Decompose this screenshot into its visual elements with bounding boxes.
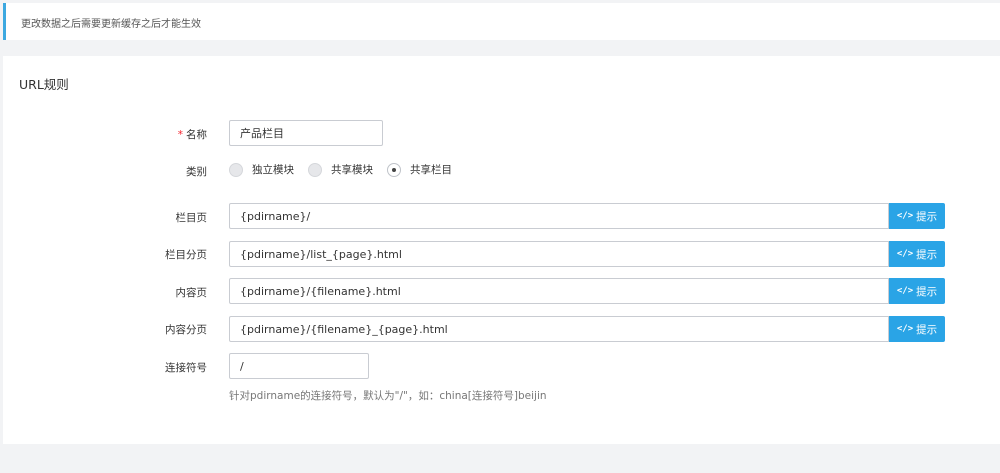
radio-button[interactable] <box>229 162 243 177</box>
connector-label: 连接符号 <box>165 362 207 374</box>
content-pagination-input[interactable]: {pdirname}/{filename}_{page}.html <box>229 316 889 342</box>
radio-shared-module[interactable]: 共享模块 <box>308 162 373 177</box>
code-icon: </> <box>896 211 914 221</box>
code-icon: </> <box>896 249 914 259</box>
radio-button[interactable] <box>308 162 322 177</box>
url-rules-card: URL规则 * 名称 产品栏目 类别 独立模块 共享模块 共享栏目 栏目页 {pd… <box>3 56 1000 444</box>
radio-button-checked[interactable] <box>387 162 401 177</box>
required-mark: * <box>177 129 183 141</box>
column-page-label: 栏目页 <box>175 212 208 224</box>
category-label: 类别 <box>186 166 207 178</box>
content-page-label: 内容页 <box>175 287 208 299</box>
column-page-input[interactable]: {pdirname}/ <box>229 203 889 229</box>
connector-input[interactable]: / <box>229 353 369 379</box>
column-page-hint-button[interactable]: </> 提示 <box>889 203 945 229</box>
card-title: URL规则 <box>19 77 69 92</box>
content-page-hint-button[interactable]: </> 提示 <box>889 278 945 304</box>
connector-help-text: 针对pdirname的连接符号，默认为"/"，如：china[连接符号]beij… <box>229 390 547 402</box>
content-page-input[interactable]: {pdirname}/{filename}.html <box>229 278 889 304</box>
notice-bar: 更改数据之后需要更新缓存之后才能生效 <box>3 3 1000 40</box>
content-pagination-label: 内容分页 <box>165 324 207 336</box>
code-icon: </> <box>896 324 914 334</box>
radio-independent-module[interactable]: 独立模块 <box>229 162 294 177</box>
content-pagination-hint-button[interactable]: </> 提示 <box>889 316 945 342</box>
category-radio-group: 独立模块 共享模块 共享栏目 <box>229 162 466 177</box>
column-pagination-label: 栏目分页 <box>165 249 207 261</box>
column-pagination-input[interactable]: {pdirname}/list_{page}.html <box>229 241 889 267</box>
name-input[interactable]: 产品栏目 <box>229 120 383 146</box>
notice-text: 更改数据之后需要更新缓存之后才能生效 <box>21 19 201 30</box>
name-label: * 名称 <box>177 129 207 141</box>
code-icon: </> <box>896 286 914 296</box>
radio-shared-column[interactable]: 共享栏目 <box>387 162 452 177</box>
column-pagination-hint-button[interactable]: </> 提示 <box>889 241 945 267</box>
